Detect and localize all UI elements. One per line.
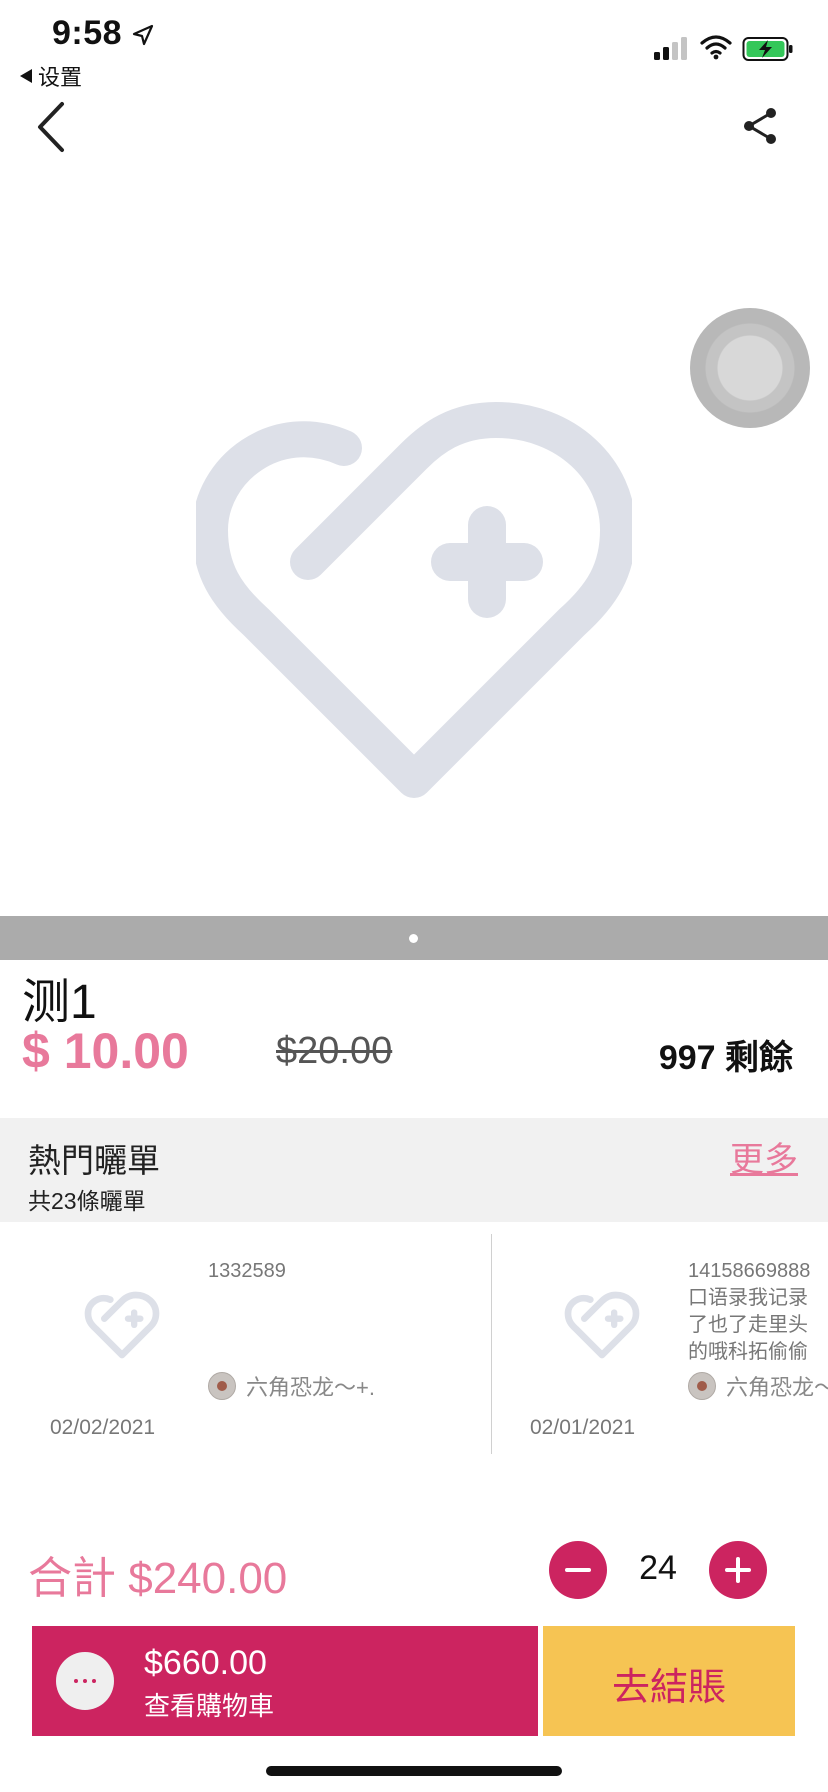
quantity-decrease-button[interactable] [549,1541,607,1599]
product-original-price: $20.00 [276,1030,393,1072]
reviews-list[interactable]: 1332589 六角恐龙～+. 02/02/2021 14158669888 口… [0,1222,828,1462]
view-cart-button[interactable]: $660.00 查看購物車 [32,1626,538,1736]
review-date: 02/01/2021 [530,1416,636,1439]
review-card[interactable]: 1332589 六角恐龙～+. 02/02/2021 [0,1222,480,1462]
product-price: $ 10.00 [22,1023,189,1079]
product-image-area[interactable] [0,160,828,916]
review-card[interactable]: 14158669888 口语录我记录 了也了走里头 的哦科拓偷偷 六角恐龙～ 0… [480,1222,828,1462]
more-dots-icon [56,1652,114,1710]
heart-plus-placeholder-icon [196,402,632,798]
checkout-label: 去結賬 [611,1667,726,1709]
back-chevron-icon[interactable] [30,100,74,154]
quantity-increase-button[interactable] [709,1541,767,1599]
heart-plus-placeholder-icon [564,1291,640,1359]
review-divider [491,1234,492,1454]
pager-dot-active[interactable] [409,934,418,943]
wifi-icon [700,35,732,60]
back-app-label: 设置 [38,65,83,90]
heart-plus-placeholder-icon [84,1291,160,1359]
share-icon[interactable] [740,106,780,146]
review-username: 六角恐龙～ [726,1375,828,1400]
quantity-value: 24 [639,1549,677,1587]
review-text: 14158669888 口语录我记录 了也了走里头 的哦科拓偷偷 [688,1260,811,1363]
signal-icon [654,37,687,60]
review-text: 1332589 [208,1260,286,1282]
back-to-app-link[interactable]: 设置 [20,60,82,92]
status-time: 9:58 [52,14,123,52]
reviews-title: 熱門曬單 [28,1142,160,1179]
battery-charging-icon [742,37,793,61]
reviews-header: 熱門曬單 更多 共23條曬單 [0,1118,828,1222]
cart-amount: $660.00 [144,1644,267,1682]
location-arrow-icon [132,24,154,46]
cart-label: 查看購物車 [144,1691,275,1721]
home-indicator[interactable] [266,1766,562,1776]
status-bar: 9:58 设置 [0,0,828,92]
review-user: 六角恐龙～+. [208,1370,375,1402]
checkout-button[interactable]: 去結賬 [543,1626,795,1736]
floating-assistive-button[interactable] [690,308,810,428]
back-triangle-icon [20,69,32,83]
review-username: 六角恐龙～+. [246,1375,375,1400]
review-date: 02/02/2021 [50,1416,156,1439]
order-total: 合計 $240.00 [28,1554,288,1603]
stock-remaining: 997 剩餘 [658,1039,793,1077]
avatar [688,1372,716,1400]
reviews-more-link[interactable]: 更多 [730,1132,798,1181]
reviews-count: 共23條曬單 [28,1188,146,1214]
avatar [208,1372,236,1400]
review-user: 六角恐龙～ [688,1370,828,1402]
